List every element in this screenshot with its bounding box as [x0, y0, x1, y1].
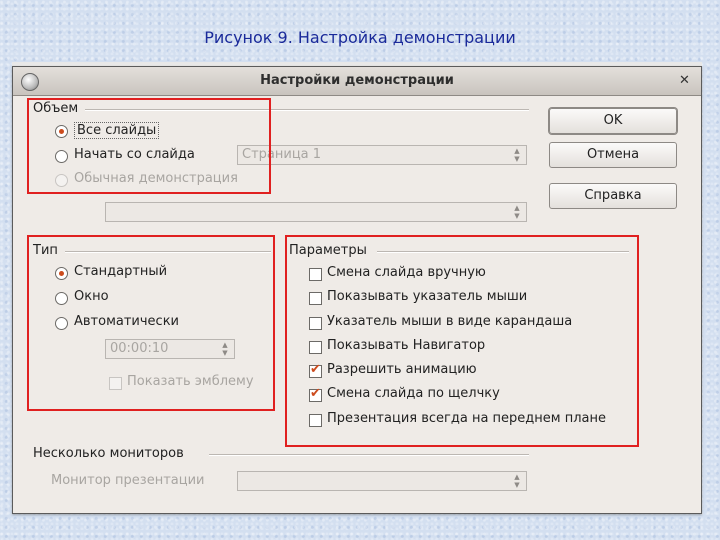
slide-title: Рисунок 9. Настройка демонстрации — [204, 28, 516, 47]
monitors-separator — [209, 454, 529, 456]
help-button[interactable]: Справка — [549, 183, 677, 209]
presentation-monitor-select[interactable]: ▲ ▼ — [237, 471, 527, 491]
spin-arrows-icon[interactable]: ▲ ▼ — [510, 204, 524, 220]
from-slide-select[interactable]: Страница 1 ▲ ▼ — [237, 145, 527, 165]
dialog-titlebar[interactable]: Настройки демонстрации ✕ — [13, 67, 701, 96]
settings-dialog: Настройки демонстрации ✕ Объем Все слайд… — [12, 66, 702, 514]
close-icon[interactable]: ✕ — [676, 72, 693, 89]
highlight-range-box — [27, 98, 271, 194]
ok-button[interactable]: OK — [549, 108, 677, 134]
spin-arrows-icon[interactable]: ▲ ▼ — [510, 473, 524, 489]
label-presentation-monitor: Монитор презентации — [51, 473, 205, 488]
monitors-heading: Несколько мониторов — [33, 446, 184, 461]
custom-show-select[interactable]: ▲ ▼ — [105, 202, 527, 222]
highlight-type-box — [27, 235, 275, 411]
dialog-title: Настройки демонстрации — [260, 73, 454, 88]
highlight-options-box — [285, 235, 639, 447]
spin-arrows-icon[interactable]: ▲ ▼ — [510, 147, 524, 163]
cancel-button[interactable]: Отмена — [549, 142, 677, 168]
